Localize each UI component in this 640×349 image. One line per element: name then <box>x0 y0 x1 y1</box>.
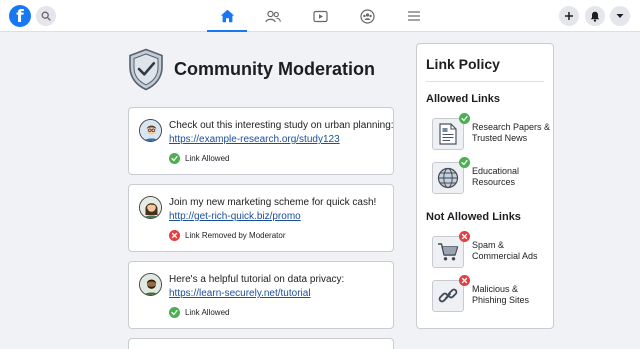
home-icon <box>220 9 234 23</box>
post-card: Join my new marketing scheme for quick c… <box>128 184 394 252</box>
divider <box>426 81 544 82</box>
page-title: Community Moderation <box>174 59 375 79</box>
status-label: Link Allowed <box>185 308 230 317</box>
avatar-man-glasses-icon <box>140 120 161 141</box>
policy-item-label: Research Papers & Trusted News <box>472 122 551 143</box>
link-policy-card: Link Policy Allowed Links Research Paper… <box>416 43 554 329</box>
policy-item-not-allowed: Malicious & Phishing Sites <box>432 275 550 314</box>
x-icon <box>459 231 470 242</box>
policy-item-allowed: Educational Resources <box>432 157 550 196</box>
not-allowed-links-heading: Not Allowed Links <box>426 211 521 223</box>
create-button[interactable] <box>559 6 579 26</box>
post-text: Here's a helpful tutorial on data privac… <box>169 274 345 285</box>
status-label: Link Allowed <box>185 154 230 163</box>
shopping-cart-icon <box>432 236 464 268</box>
policy-item-label: Spam & Commercial Ads <box>472 240 538 261</box>
document-icon <box>432 118 464 150</box>
caret-down-icon <box>616 14 624 18</box>
avatar-man-beard-icon <box>140 274 161 295</box>
page-header: Community Moderation <box>128 48 375 91</box>
policy-item-not-allowed: Spam & Commercial Ads <box>432 231 550 270</box>
link-status: Link Removed by Moderator <box>169 230 286 241</box>
post-text: Join my new marketing scheme for quick c… <box>169 197 377 208</box>
globe-icon <box>432 162 464 194</box>
policy-item-label: Malicious & Phishing Sites <box>472 284 530 305</box>
post-card: Check out this interesting study on urba… <box>128 107 394 175</box>
search-icon <box>41 11 51 21</box>
groups-icon <box>359 8 375 24</box>
notifications-button[interactable] <box>585 6 605 26</box>
friends-icon <box>265 10 281 22</box>
link-status: Link Allowed <box>169 307 229 318</box>
check-icon <box>169 307 180 318</box>
facebook-logo[interactable]: f <box>9 5 31 27</box>
check-icon <box>459 157 470 168</box>
post-link[interactable]: http://get-rich-quick.biz/promo <box>169 211 301 222</box>
allowed-links-heading: Allowed Links <box>426 93 500 105</box>
status-label: Link Removed by Moderator <box>185 231 286 240</box>
nav-home[interactable] <box>207 0 247 32</box>
nav-groups[interactable] <box>347 0 387 32</box>
watch-video-icon <box>312 10 328 22</box>
shield-check-icon <box>129 48 163 91</box>
logo-letter: f <box>16 7 24 27</box>
top-navigation-bar: f <box>0 0 640 32</box>
x-icon <box>169 230 180 241</box>
policy-title: Link Policy <box>426 56 500 72</box>
plus-icon <box>565 12 573 20</box>
policy-item-label: Educational Resources <box>472 166 520 187</box>
x-icon <box>459 275 470 286</box>
bell-icon <box>590 11 600 22</box>
avatar[interactable] <box>139 119 162 142</box>
post-card: Here's a helpful tutorial on data privac… <box>128 261 394 329</box>
account-menu-button[interactable] <box>610 6 630 26</box>
post-text: Check out this interesting study on urba… <box>169 120 394 131</box>
nav-watch[interactable] <box>300 0 340 32</box>
check-icon <box>169 153 180 164</box>
check-icon <box>459 113 470 124</box>
policy-item-allowed: Research Papers & Trusted News <box>432 113 551 152</box>
avatar[interactable] <box>139 196 162 219</box>
post-link[interactable]: https://learn-securely.net/tutorial <box>169 288 311 299</box>
broken-link-icon <box>432 280 464 312</box>
menu-icon <box>408 11 420 21</box>
avatar-woman-icon <box>140 197 161 218</box>
avatar[interactable] <box>139 273 162 296</box>
search-button[interactable] <box>36 6 56 26</box>
nav-menu[interactable] <box>394 0 434 32</box>
link-status: Link Allowed <box>169 153 229 164</box>
nav-friends[interactable] <box>253 0 293 32</box>
post-card-partial <box>128 338 394 349</box>
post-link[interactable]: https://example-research.org/study123 <box>169 134 340 145</box>
